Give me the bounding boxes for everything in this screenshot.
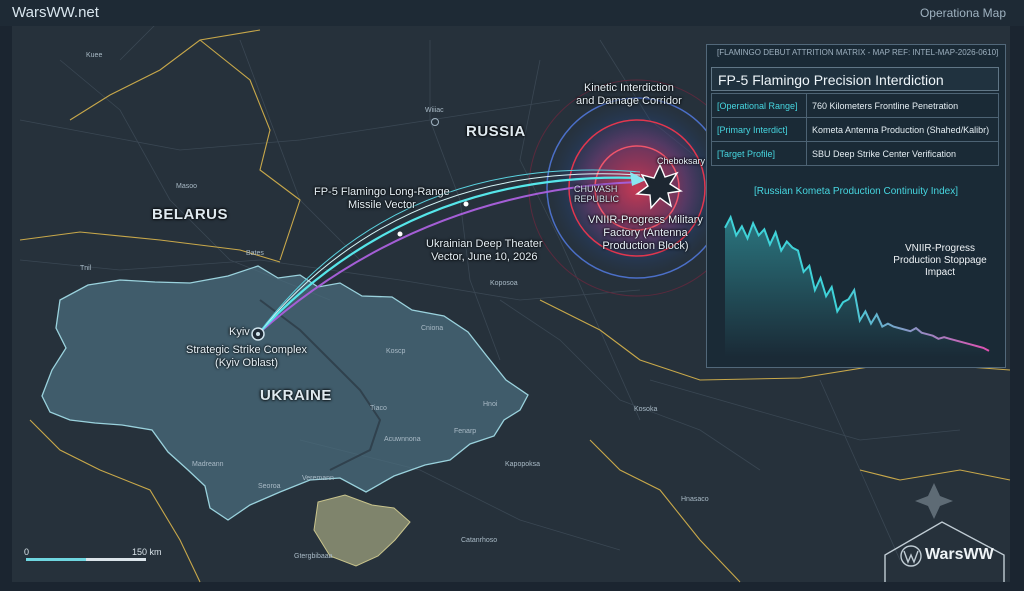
waypoint-icon [463,201,469,207]
scale-zero-label: 0 [24,547,30,557]
callout-strike-complex: Strategic Strike Complex (Kyiv Oblast) [186,344,308,369]
country-label-ukraine: UKRAINE [260,387,332,404]
city-label: Kapopoksa [505,461,541,468]
brand-name: WarsWW.net [12,4,99,21]
city-label: Kosoka [634,406,658,413]
callout-damage-corridor: Kinetic Interdiction and Damage Corridor [576,82,682,107]
callout-deep-theater-vector: Ukrainian Deep Theater Vector, June 10, … [426,238,543,263]
scale-distance-label: 150 km [132,547,162,557]
waypoint-icon [397,231,403,237]
city-label: Masoo [176,183,198,190]
chart-title: [Russian Kometa Production Continuity In… [754,186,958,197]
city-label: Tiaco [370,405,387,412]
city-label-kyiv: Kyiv [229,326,250,338]
country-label-belarus: BELARUS [152,206,229,223]
city-label: Kuee [86,52,103,59]
intel-panel: [FLAMINGO DEBUT ATTRITION MATRIX - MAP R… [706,44,1006,368]
scale-bar [26,558,146,561]
city-label: Acuwnnona [384,436,421,443]
city-label: Hnoi [483,401,498,408]
map-title: Operationa Map [919,6,1006,20]
city-label: Gtergbibaaa [294,553,333,560]
kyiv-marker-dot [256,332,260,336]
city-label: Madreann [192,461,224,468]
callout-factory-target: VNIIR-Progress Military Factory (Antenna… [588,214,703,252]
city-label: Koposoa [490,280,518,287]
top-bar: WarsWW.net Operationa Map [0,0,1024,26]
callout-missile-vector: FP-5 Flamingo Long-Range Missile Vector [314,186,450,211]
city-label: Bates [246,250,264,257]
city-label: Tnil [80,265,92,272]
continuity-chart [724,214,990,357]
chart-area-fill [725,217,989,357]
city-label: Koscp [386,348,406,355]
city-label: Hnasaco [681,496,709,503]
watermark-text: WarsWW [925,546,994,563]
city-label: Catanrhoso [461,537,498,544]
country-label-russia: RUSSIA [466,123,526,140]
chart-annotation: VNIIR-Progress Production Stoppage Impac… [893,243,987,278]
region-label-chuvash: CHUVASH REPUBLIC [574,184,620,204]
city-label-cheboksary: Cheboksary [657,156,706,166]
city-label: Veremann [302,475,334,482]
city-label: Wiiiac [425,107,444,114]
city-label: Cniona [421,325,444,332]
city-label: Seoroa [258,483,281,490]
city-label: Fenarp [454,428,477,435]
